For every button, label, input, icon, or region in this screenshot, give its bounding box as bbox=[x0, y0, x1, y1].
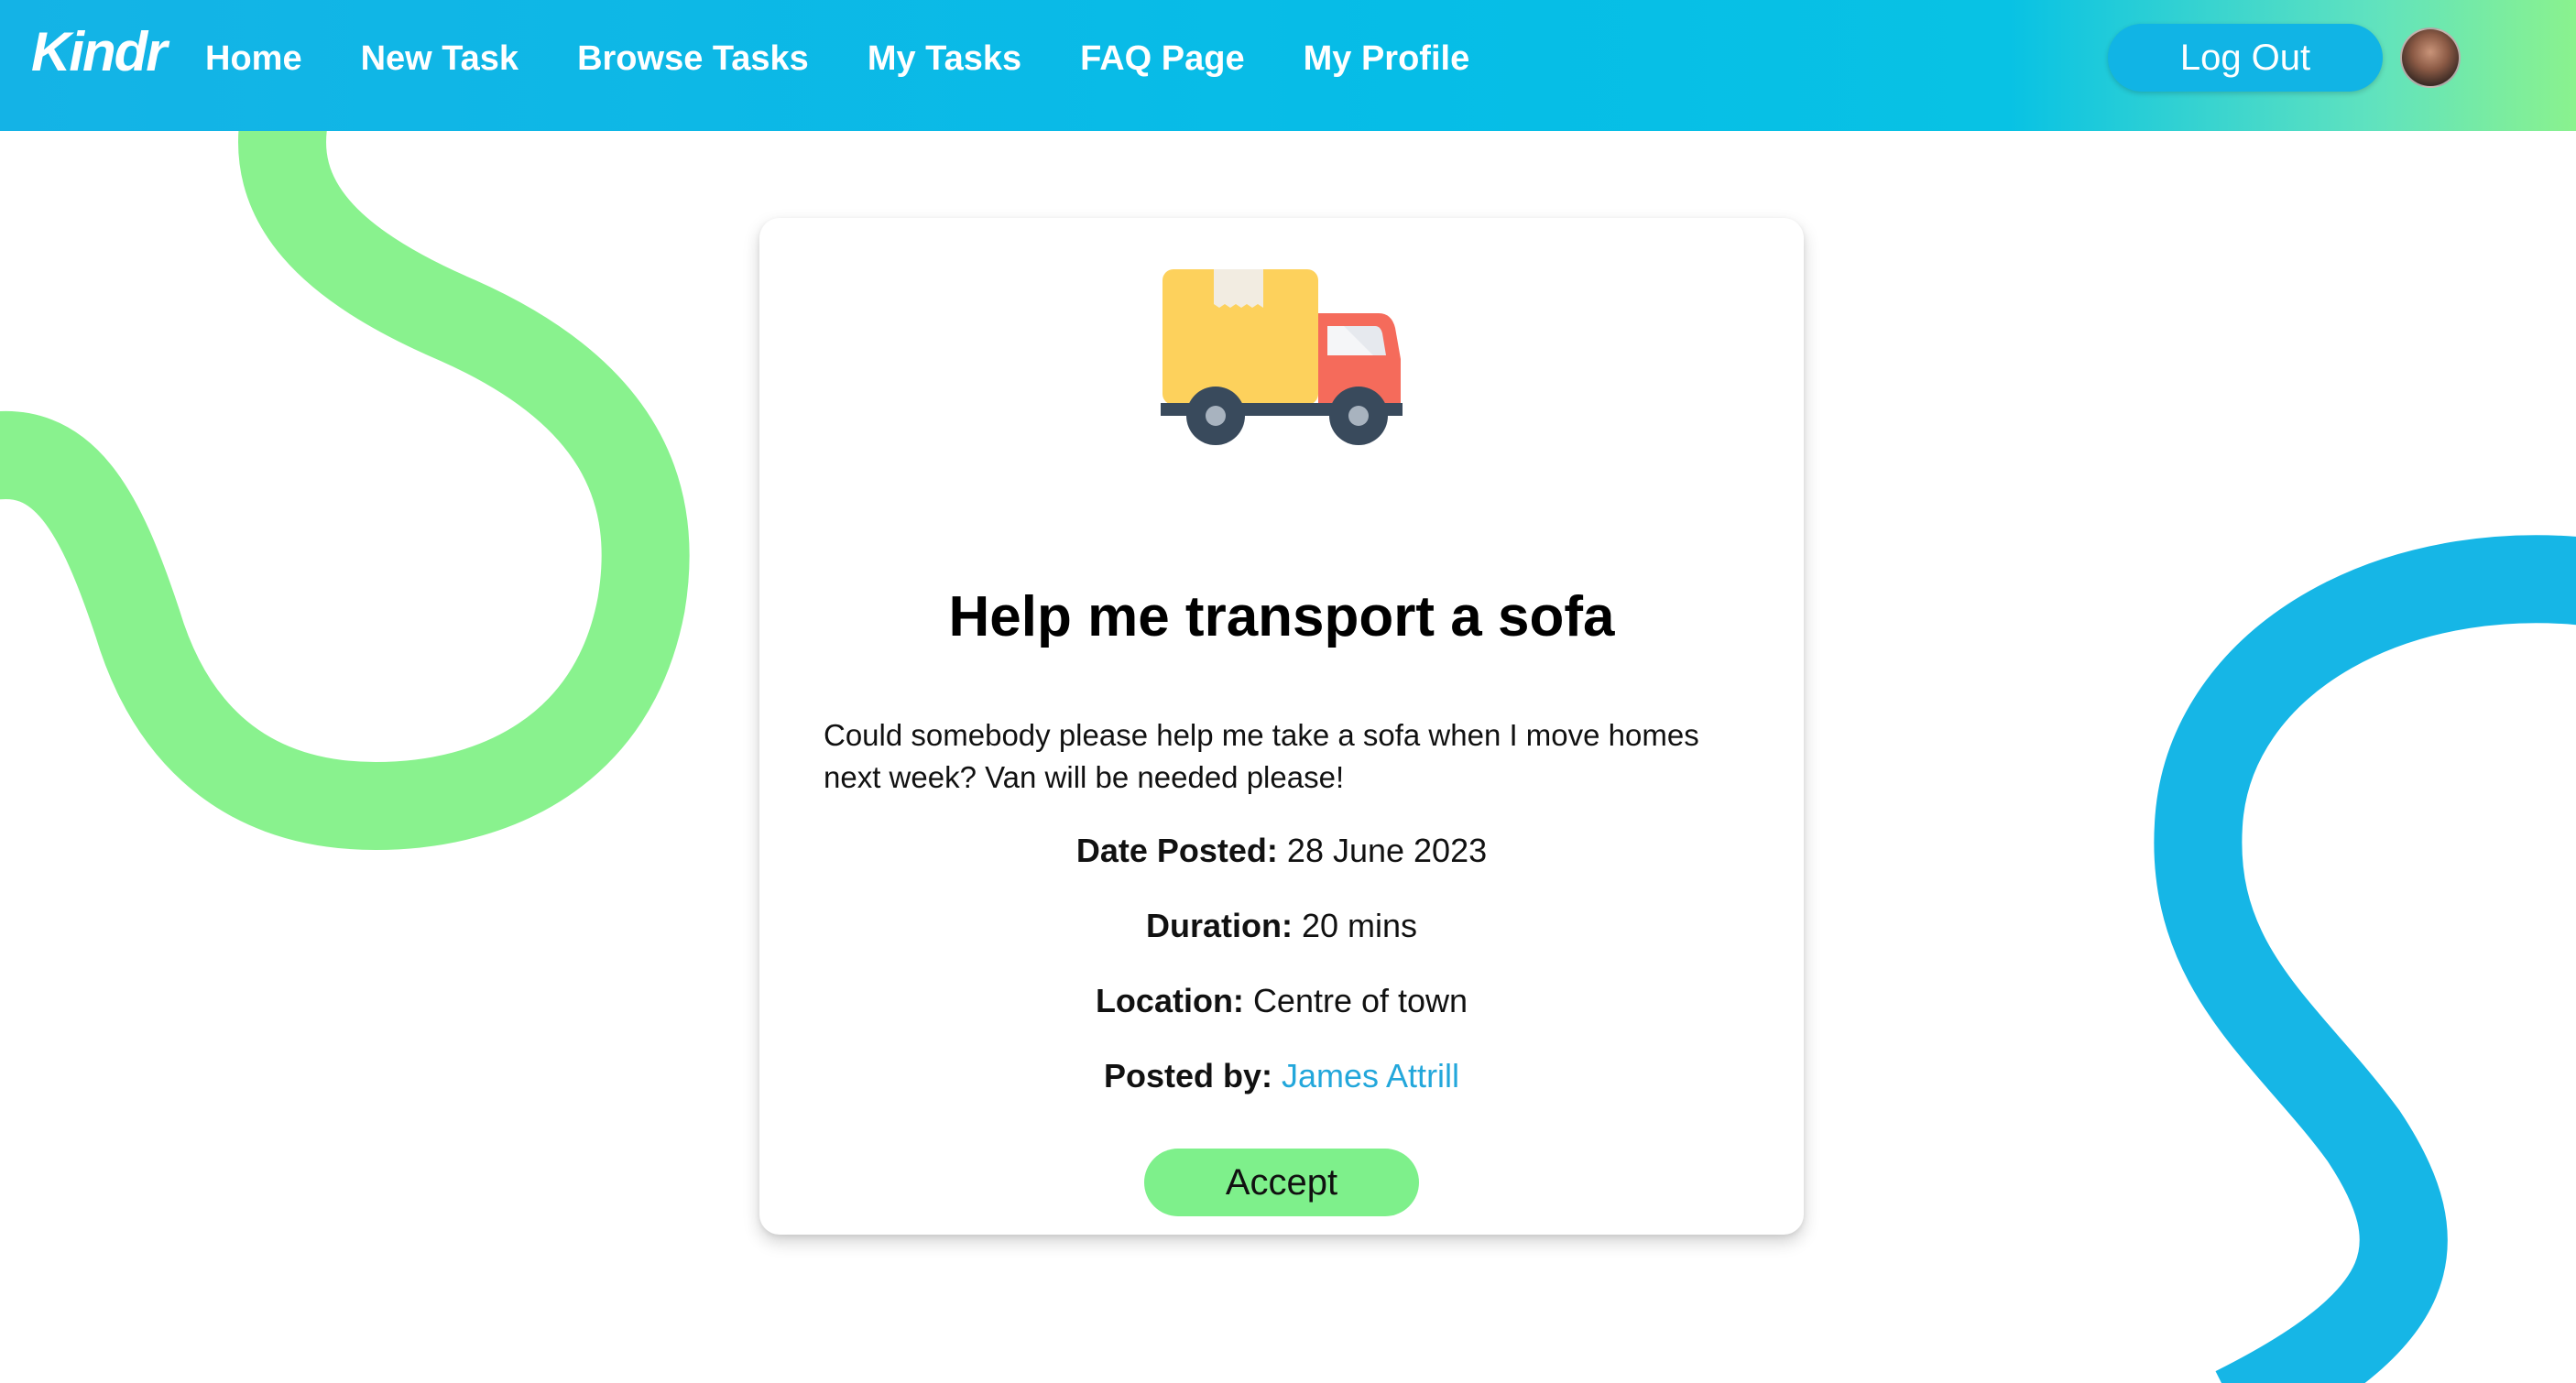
accept-button[interactable]: Accept bbox=[1144, 1149, 1419, 1216]
blue-squiggle bbox=[2154, 535, 2576, 1383]
date-posted-label: Date Posted: bbox=[1075, 832, 1278, 869]
logo-text: Kindr bbox=[31, 20, 168, 82]
task-title: Help me transport a sofa bbox=[948, 585, 1615, 648]
user-avatar[interactable] bbox=[2400, 27, 2461, 88]
task-description: Could somebody please help me take a sof… bbox=[824, 718, 1699, 794]
nav-my-profile[interactable]: My Profile bbox=[1304, 33, 1470, 84]
logout-button[interactable]: Log Out bbox=[2108, 24, 2383, 92]
duration-row: Duration: 20 mins bbox=[759, 907, 1804, 945]
nav-new-task[interactable]: New Task bbox=[361, 33, 518, 84]
duration-value: 20 mins bbox=[1301, 907, 1418, 944]
location-value: Centre of town bbox=[1252, 982, 1468, 1019]
nav-home[interactable]: Home bbox=[205, 33, 302, 84]
location-row: Location: Centre of town bbox=[759, 982, 1804, 1020]
top-navbar: Kindr Home New Task Browse Tasks My Task… bbox=[0, 0, 2576, 131]
nav-browse-tasks[interactable]: Browse Tasks bbox=[577, 33, 809, 84]
nav-my-tasks[interactable]: My Tasks bbox=[868, 33, 1021, 84]
task-card: Help me transport a sofa Could somebody … bbox=[759, 218, 1804, 1235]
location-label: Location: bbox=[1095, 982, 1244, 1019]
date-posted-value: 28 June 2023 bbox=[1286, 832, 1488, 869]
main-nav: Home New Task Browse Tasks My Tasks FAQ … bbox=[205, 33, 1528, 84]
poster-profile-link[interactable]: James Attrill bbox=[1282, 1057, 1459, 1094]
green-squiggle bbox=[0, 100, 690, 851]
delivery-truck-icon bbox=[1161, 269, 1403, 445]
duration-label: Duration: bbox=[1145, 907, 1293, 944]
posted-by-row: Posted by: James Attrill bbox=[759, 1057, 1804, 1095]
posted-by-label: Posted by: bbox=[1103, 1057, 1272, 1094]
kindr-logo[interactable]: Kindr bbox=[31, 15, 168, 88]
date-posted-row: Date Posted: 28 June 2023 bbox=[759, 832, 1804, 870]
nav-faq-page[interactable]: FAQ Page bbox=[1080, 33, 1245, 84]
